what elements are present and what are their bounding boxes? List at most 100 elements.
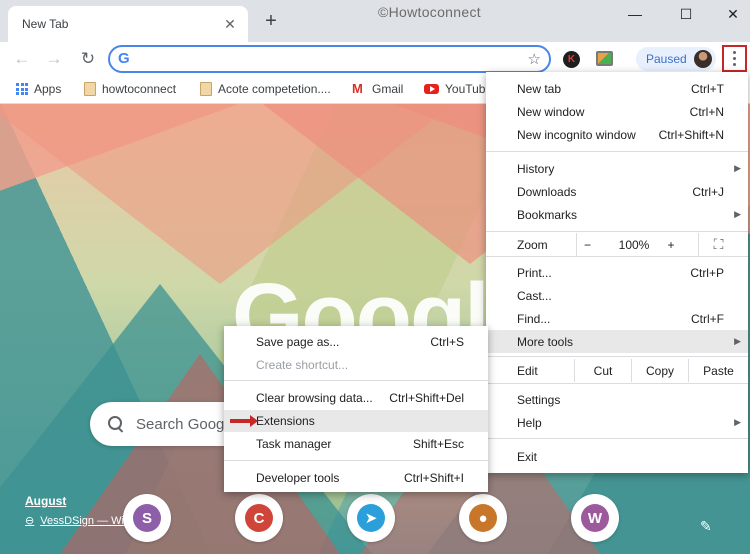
menu-item-cast[interactable]: Cast... <box>486 284 748 307</box>
menu-item-exit[interactable]: Exit <box>486 445 748 468</box>
bookmark-label: Gmail <box>372 82 404 96</box>
menu-separator <box>486 383 748 384</box>
menu-item-settings[interactable]: Settings <box>486 388 748 411</box>
menu-item-save-page[interactable]: Save page as... Ctrl+S <box>224 331 488 353</box>
chrome-menu-button[interactable] <box>722 45 747 72</box>
menu-item-bookmarks[interactable]: Bookmarks ▶ <box>486 203 748 226</box>
menu-item-new-tab[interactable]: New tab Ctrl+T <box>486 77 748 100</box>
shortcut-tile-c[interactable]: C <box>235 494 283 542</box>
maximize-button[interactable]: ☐ <box>663 0 709 28</box>
menu-shortcut: Ctrl+S <box>430 335 464 349</box>
menu-item-print[interactable]: Print... Ctrl+P <box>486 261 748 284</box>
bookmark-youtube[interactable]: YouTube <box>424 82 492 96</box>
submenu-arrow-icon: ▶ <box>734 417 741 427</box>
new-tab-button[interactable]: + <box>260 10 282 32</box>
menu-label: Task manager <box>256 437 332 451</box>
menu-label: History <box>517 161 555 176</box>
background-attribution-link[interactable]: ⊖ VessDSign — Wiki <box>25 514 132 528</box>
menu-shortcut: Shift+Esc <box>412 437 464 451</box>
tab-strip: New Tab ✕ + ©Howtoconnect — ☐ ✕ <box>0 0 750 42</box>
site-logo-icon: ● <box>469 504 497 532</box>
tile-letter: W <box>581 504 609 532</box>
menu-item-developer-tools[interactable]: Developer tools Ctrl+Shift+I <box>224 467 488 489</box>
shortcut-tile-w[interactable]: W <box>571 494 619 542</box>
close-window-button[interactable]: ✕ <box>710 0 750 28</box>
menu-dot <box>733 51 736 54</box>
red-arrow-pointer-icon <box>230 415 258 427</box>
telegram-icon: ➤ <box>357 504 385 532</box>
forward-button[interactable]: → <box>42 47 66 71</box>
menu-separator <box>486 438 748 439</box>
cut-button[interactable]: Cut <box>574 359 631 382</box>
link-icon: ⊖ <box>25 515 35 527</box>
google-g-icon: G <box>118 50 130 67</box>
menu-label: Bookmarks <box>517 207 578 222</box>
menu-item-clear-browsing-data[interactable]: Clear browsing data... Ctrl+Shift+Del <box>224 387 488 409</box>
zoom-level: 100% <box>618 237 650 252</box>
zoom-out-button[interactable]: − <box>576 233 598 256</box>
menu-item-new-window[interactable]: New window Ctrl+N <box>486 100 748 123</box>
youtube-icon <box>424 84 439 94</box>
menu-label: Cast... <box>517 288 552 303</box>
paste-button[interactable]: Paste <box>688 359 748 382</box>
folder-icon <box>84 82 96 96</box>
menu-shortcut: Ctrl+T <box>691 81 724 96</box>
toolbar: ← → ↻ G ☆ K Paused <box>0 42 750 76</box>
menu-shortcut: Ctrl+F <box>691 311 724 326</box>
submenu-arrow-icon: ▶ <box>734 163 741 173</box>
menu-separator <box>224 380 488 381</box>
copy-button[interactable]: Copy <box>631 359 688 382</box>
menu-item-incognito[interactable]: New incognito window Ctrl+Shift+N <box>486 123 748 146</box>
search-icon <box>108 416 124 432</box>
menu-label: Save page as... <box>256 335 340 349</box>
menu-label: Exit <box>517 449 538 464</box>
menu-shortcut: Ctrl+J <box>692 184 724 199</box>
customize-pencil-icon[interactable]: ✎ <box>700 518 712 535</box>
tab-close-icon[interactable]: ✕ <box>222 16 238 32</box>
shortcut-tile-telegram[interactable]: ➤ <box>347 494 395 542</box>
menu-shortcut: Ctrl+P <box>690 265 724 280</box>
profile-paused-button[interactable]: Paused <box>636 47 716 71</box>
menu-item-extensions[interactable]: Extensions <box>224 410 488 432</box>
shortcut-tile-s[interactable]: S <box>123 494 171 542</box>
shortcut-tile-site[interactable]: ● <box>459 494 507 542</box>
extension-image-icon[interactable] <box>596 51 613 66</box>
bookmark-label: Acote competetion.... <box>218 82 331 96</box>
menu-label: Help <box>517 415 542 430</box>
reload-button[interactable]: ↻ <box>76 47 100 71</box>
bookmark-howtoconnect[interactable]: howtoconnect <box>84 82 176 96</box>
background-attribution-title[interactable]: August <box>25 494 66 508</box>
menu-label: Extensions <box>256 414 315 428</box>
menu-dot <box>733 63 736 66</box>
menu-separator <box>486 356 748 357</box>
menu-item-help[interactable]: Help ▶ <box>486 411 748 434</box>
search-input[interactable]: Search Google <box>136 416 236 433</box>
bookmark-gmail[interactable]: Gmail <box>352 81 404 97</box>
bookmark-label: howtoconnect <box>102 82 177 96</box>
address-bar[interactable]: G ☆ <box>108 45 551 73</box>
bookmark-apps[interactable]: Apps <box>16 82 61 96</box>
gmail-icon <box>352 81 366 96</box>
menu-label: Developer tools <box>256 471 340 485</box>
avatar <box>694 50 712 68</box>
menu-item-history[interactable]: History ▶ <box>486 157 748 180</box>
bookmark-acote[interactable]: Acote competetion.... <box>200 82 331 96</box>
menu-label: More tools <box>517 334 574 349</box>
menu-dot <box>733 57 736 60</box>
minimize-button[interactable]: — <box>612 0 658 28</box>
menu-item-find[interactable]: Find... Ctrl+F <box>486 307 748 330</box>
zoom-in-button[interactable]: + <box>660 233 682 256</box>
menu-label: Clear browsing data... <box>256 391 373 405</box>
menu-item-downloads[interactable]: Downloads Ctrl+J <box>486 180 748 203</box>
extension-k-icon[interactable]: K <box>563 51 580 68</box>
menu-item-more-tools[interactable]: More tools ▶ <box>486 330 748 353</box>
chrome-main-menu: New tab Ctrl+T New window Ctrl+N New inc… <box>486 72 748 473</box>
bookmark-star-icon[interactable]: ☆ <box>528 50 541 68</box>
menu-item-task-manager[interactable]: Task manager Shift+Esc <box>224 433 488 455</box>
submenu-arrow-icon: ▶ <box>734 336 741 346</box>
menu-separator <box>486 231 748 232</box>
fullscreen-icon[interactable]: ⛶ <box>698 233 738 256</box>
back-button[interactable]: ← <box>10 47 34 71</box>
menu-shortcut: Ctrl+Shift+Del <box>389 391 464 405</box>
tab-new-tab[interactable]: New Tab ✕ <box>8 6 248 42</box>
